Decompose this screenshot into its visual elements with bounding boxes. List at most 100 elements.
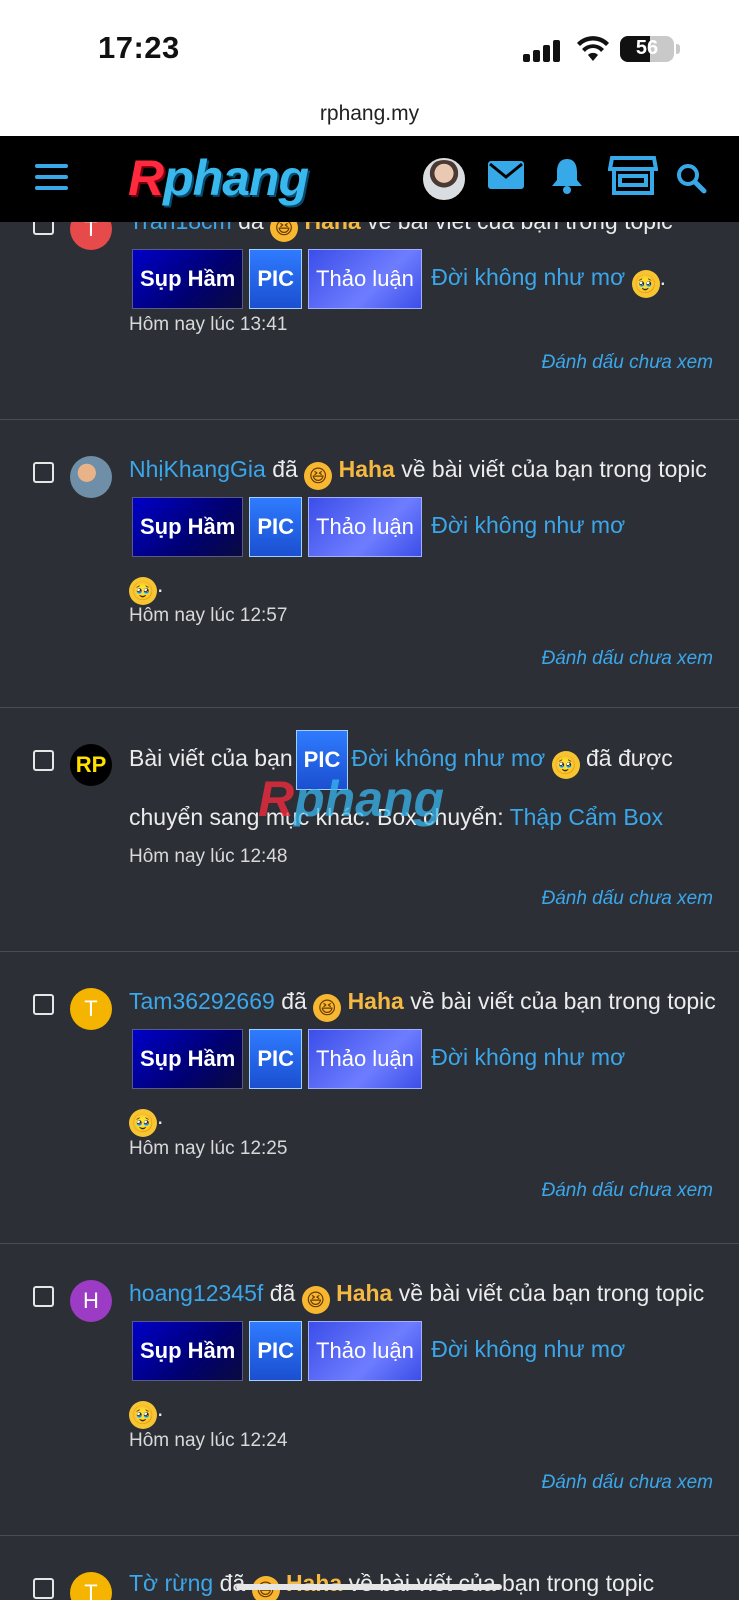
- cellular-signal-icon: [523, 40, 563, 62]
- verb: đã: [219, 1570, 246, 1596]
- logo-first-letter: R: [128, 150, 164, 206]
- username-link[interactable]: NhịKhangGia: [129, 456, 266, 482]
- username-link[interactable]: Tờ rừng: [129, 1570, 213, 1596]
- mark-unread-link[interactable]: Đánh dấu chưa xem: [541, 1180, 713, 1202]
- pleading-emoji-icon: 🥹: [631, 270, 660, 299]
- select-checkbox[interactable]: [33, 750, 54, 771]
- reaction-label: Haha: [347, 988, 404, 1014]
- notification-text: Tam36292669 đã 😆 Haha về bài viết của bạ…: [129, 974, 719, 1144]
- notification-item[interactable]: T Tam36292669 đã 😆 Haha về bài viết của …: [0, 952, 739, 1244]
- topic-link[interactable]: Đời không như mơ: [351, 745, 545, 771]
- mark-unread-link[interactable]: Đánh dấu chưa xem: [541, 648, 713, 670]
- select-checkbox[interactable]: [33, 1286, 54, 1307]
- timestamp: Hôm nay lúc 12:48: [129, 846, 288, 867]
- verb: đã: [269, 1280, 296, 1306]
- user-avatar[interactable]: H: [70, 1280, 112, 1322]
- tag-sup-ham[interactable]: Sụp Hầm: [132, 1321, 244, 1381]
- site-logo[interactable]: Rphang: [128, 150, 309, 206]
- tag-sup-ham[interactable]: Sụp Hầm: [132, 1029, 244, 1089]
- bell-icon[interactable]: [550, 156, 584, 194]
- mark-unread-link[interactable]: Đánh dấu chưa xem: [541, 1472, 713, 1494]
- notification-text-after: về bài viết của bạn trong topic: [410, 988, 716, 1014]
- avatar-letter: T: [84, 996, 98, 1021]
- username-link[interactable]: Tam36292669: [129, 988, 275, 1014]
- laugh-emoji-icon: 😆: [301, 1286, 330, 1314]
- notification-text-after: về bài viết của bạn trong topic: [398, 1280, 705, 1306]
- notification-item[interactable]: T Tờ rừng đã 😆 Haha về bài viết của bạn …: [0, 1536, 739, 1600]
- avatar-letter: H: [83, 1288, 99, 1313]
- timestamp: Hôm nay lúc 12:24: [129, 1430, 288, 1451]
- topic-link[interactable]: Đời không như mơ: [431, 1336, 625, 1362]
- avatar[interactable]: [423, 158, 465, 200]
- menu-icon[interactable]: [35, 164, 68, 190]
- tag-thao-luan[interactable]: Thảo luận: [308, 249, 422, 309]
- notification-item[interactable]: T Tran18cm đã 😆 Haha về bài viết của bạn…: [0, 208, 739, 420]
- reaction-label: Haha: [338, 456, 395, 482]
- status-bar: 17:23 56: [0, 0, 739, 92]
- select-checkbox[interactable]: [33, 1578, 54, 1599]
- tag-pic[interactable]: PIC: [249, 1321, 303, 1381]
- notification-text: hoang12345f đã 😆 Haha về bài viết của bạ…: [129, 1266, 719, 1436]
- tag-sup-ham[interactable]: Sụp Hầm: [132, 249, 244, 309]
- reaction-label: Haha: [285, 1570, 343, 1596]
- notification-list: T Tran18cm đã 😆 Haha về bài viết của bạn…: [0, 208, 739, 1600]
- battery-icon: 56: [620, 36, 674, 62]
- user-avatar[interactable]: T: [70, 988, 112, 1030]
- mail-icon[interactable]: [487, 160, 525, 190]
- pleading-emoji-icon: 🥹: [551, 751, 580, 780]
- notification-item[interactable]: NhịKhangGia đã 😆 Haha về bài viết của bạ…: [0, 420, 739, 708]
- notification-text-after: về bài viết của bạn trong topic: [401, 456, 707, 482]
- pleading-emoji-icon: 🥹: [129, 1109, 157, 1137]
- battery-tip: [676, 44, 680, 54]
- verb: đã: [272, 456, 298, 482]
- status-time: 17:23: [98, 30, 180, 65]
- tag-sup-ham[interactable]: Sụp Hầm: [132, 497, 244, 557]
- verb: đã: [281, 988, 307, 1014]
- notification-text-before: Bài viết của bạn: [129, 745, 293, 772]
- notification-text: NhịKhangGia đã 😆 Haha về bài viết của bạ…: [129, 442, 719, 612]
- user-avatar[interactable]: RP: [70, 744, 112, 786]
- timestamp: Hôm nay lúc 12:25: [129, 1138, 288, 1159]
- notification-text: Tờ rừng đã 😆 Haha về bài viết của bạn tr…: [129, 1556, 719, 1600]
- username-link[interactable]: hoang12345f: [129, 1280, 263, 1306]
- url-bar[interactable]: rphang.my: [0, 92, 739, 136]
- watermark-rest: phang: [294, 771, 445, 827]
- topic-link[interactable]: Đời không như mơ: [431, 512, 625, 538]
- logo-rest: phang: [163, 150, 309, 206]
- reaction-label: Haha: [336, 1280, 393, 1306]
- notification-item[interactable]: H hoang12345f đã 😆 Haha về bài viết của …: [0, 1244, 739, 1536]
- tag-thao-luan[interactable]: Thảo luận: [308, 1029, 422, 1089]
- tag-pic[interactable]: PIC: [249, 249, 303, 309]
- topic-link[interactable]: Đời không như mơ: [431, 264, 625, 290]
- topic-link[interactable]: Đời không như mơ: [431, 1044, 625, 1070]
- wifi-icon: [577, 36, 609, 61]
- box-link[interactable]: Thập Cẩm Box: [510, 804, 663, 830]
- home-indicator[interactable]: [236, 1584, 502, 1590]
- watermark-first-letter: R: [258, 771, 295, 827]
- user-avatar[interactable]: [70, 456, 112, 498]
- tag-thao-luan[interactable]: Thảo luận: [308, 497, 422, 557]
- avatar-letter: T: [84, 1580, 98, 1600]
- timestamp: Hôm nay lúc 13:41: [129, 314, 288, 335]
- laugh-emoji-icon: 😆: [304, 462, 333, 490]
- mark-unread-link[interactable]: Đánh dấu chưa xem: [541, 352, 713, 374]
- pleading-emoji-icon: 🥹: [129, 1401, 157, 1429]
- store-icon[interactable]: [608, 154, 658, 196]
- tag-pic[interactable]: PIC: [249, 1029, 303, 1089]
- user-avatar[interactable]: T: [70, 1572, 112, 1600]
- site-header: Rphang: [0, 136, 739, 222]
- search-icon[interactable]: [675, 162, 707, 194]
- mark-unread-link[interactable]: Đánh dấu chưa xem: [541, 888, 713, 910]
- site-watermark: Rphang: [258, 770, 444, 828]
- notification-item[interactable]: RP Bài viết của bạn PIC Đời không như mơ 🥹…: [0, 708, 739, 952]
- tag-thao-luan[interactable]: Thảo luận: [308, 1321, 422, 1381]
- pleading-emoji-icon: 🥹: [129, 577, 157, 605]
- notification-text-after: về bài viết của bạn trong topic: [348, 1570, 655, 1596]
- avatar-letter: RP: [75, 752, 107, 777]
- timestamp: Hôm nay lúc 12:57: [129, 605, 288, 626]
- select-checkbox[interactable]: [33, 462, 54, 483]
- tag-pic[interactable]: PIC: [249, 497, 303, 557]
- battery-percent: 56: [635, 37, 659, 59]
- select-checkbox[interactable]: [33, 994, 54, 1015]
- laugh-emoji-icon: 😆: [313, 994, 342, 1022]
